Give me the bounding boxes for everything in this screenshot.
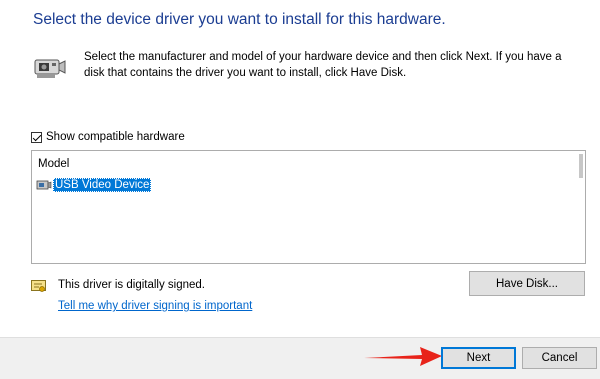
show-compatible-hardware-checkbox[interactable]: Show compatible hardware bbox=[31, 131, 185, 143]
list-item-usb-video-device[interactable]: USB Video Device bbox=[36, 178, 152, 192]
digitally-signed-icon bbox=[31, 280, 46, 292]
scrollbar-thumb[interactable] bbox=[579, 154, 583, 178]
have-disk-button[interactable]: Have Disk... bbox=[469, 271, 585, 296]
model-listbox[interactable]: Model USB Video Device bbox=[31, 150, 586, 264]
listbox-scrollbar[interactable] bbox=[576, 151, 585, 263]
driver-signing-info-link[interactable]: Tell me why driver signing is important bbox=[58, 300, 252, 312]
cancel-button[interactable]: Cancel bbox=[522, 347, 597, 369]
model-column-header: Model bbox=[38, 158, 70, 170]
driver-signed-status: This driver is digitally signed. bbox=[58, 279, 206, 291]
checkbox-checked-icon[interactable] bbox=[31, 131, 42, 143]
usb-video-device-label[interactable]: USB Video Device bbox=[53, 178, 152, 192]
hardware-device-icon bbox=[34, 59, 66, 78]
page-title: Select the device driver you want to ins… bbox=[33, 11, 446, 28]
show-compatible-label: Show compatible hardware bbox=[46, 131, 185, 143]
next-button[interactable]: Next bbox=[441, 347, 516, 369]
instructions-text: Select the manufacturer and model of you… bbox=[84, 51, 562, 79]
red-annotation-arrow-icon bbox=[364, 347, 442, 366]
video-device-icon bbox=[36, 180, 52, 189]
